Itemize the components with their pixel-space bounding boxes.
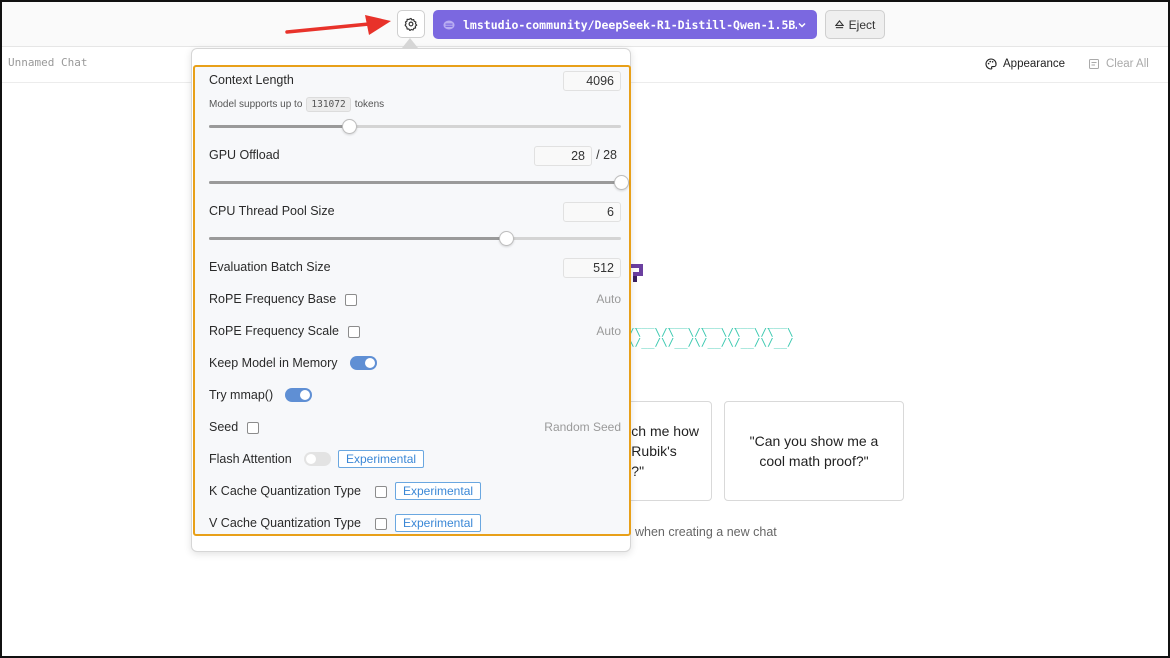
v-cache-setting: V Cache Quantization Type Experimental (209, 514, 621, 536)
context-length-label: Context Length (209, 73, 294, 87)
experimental-badge: Experimental (338, 450, 425, 468)
logo-glyph (629, 264, 643, 282)
eject-icon (834, 20, 844, 29)
k-cache-setting: K Cache Quantization Type Experimental (209, 482, 621, 504)
seed-setting: Seed Random Seed (209, 420, 621, 440)
suggestion-text: "Can you show me a cool math proof?" (749, 433, 879, 469)
gpu-offload-input[interactable]: 28 (534, 146, 592, 166)
ascii-banner: ___ ___ ___ ___ ___ /\ \/\ \/\ \/\ \/\ \… (628, 316, 794, 349)
k-cache-checkbox[interactable] (375, 486, 387, 498)
context-length-note: Model supports up to 131072 tokens (209, 97, 385, 112)
gpu-offload-max: / 28 (596, 148, 617, 162)
slider-fill (209, 181, 621, 184)
appearance-label: Appearance (1003, 58, 1066, 70)
palette-icon (985, 58, 997, 70)
model-settings-popover: Context Length 4096 Model supports up to… (191, 48, 631, 552)
new-chat-hint: when creating a new chat (635, 525, 777, 539)
gpu-offload-slider[interactable] (209, 175, 629, 190)
eject-label: Eject (848, 17, 876, 32)
slider-fill (209, 237, 506, 240)
eval-batch-setting: Evaluation Batch Size 512 (209, 258, 621, 280)
v-cache-checkbox[interactable] (375, 518, 387, 530)
clear-all-label: Clear All (1106, 58, 1149, 70)
flash-attention-setting: Flash Attention Experimental (209, 450, 621, 472)
slider-thumb[interactable] (614, 175, 629, 190)
rope-base-label: RoPE Frequency Base (209, 292, 337, 306)
slider-thumb[interactable] (498, 231, 514, 246)
eject-button[interactable]: Eject (825, 10, 885, 39)
max-tokens-badge: 131072 (306, 97, 351, 112)
experimental-badge: Experimental (395, 482, 482, 500)
context-length-slider[interactable] (209, 119, 621, 134)
suggestion-card-math-proof[interactable]: "Can you show me a cool math proof?" (724, 401, 904, 501)
mmap-toggle[interactable] (285, 388, 312, 402)
cpu-thread-pool-setting: CPU Thread Pool Size 6 (209, 202, 621, 246)
model-settings-button[interactable] (397, 10, 425, 38)
clear-icon (1089, 59, 1099, 69)
model-icon (443, 20, 455, 29)
slider-fill (209, 125, 350, 128)
cpu-thread-pool-input[interactable]: 6 (563, 202, 621, 222)
rope-base-value: Auto (596, 292, 621, 306)
chevron-down-icon (798, 22, 806, 28)
highlight-box: Context Length 4096 Model supports up to… (193, 65, 631, 536)
k-cache-label: K Cache Quantization Type (209, 484, 361, 498)
suggestion-text: ch me how Rubik's ?" (631, 423, 699, 479)
v-cache-label: V Cache Quantization Type (209, 516, 361, 530)
context-length-input[interactable]: 4096 (563, 71, 621, 91)
keep-in-memory-label: Keep Model in Memory (209, 356, 338, 370)
context-length-setting: Context Length 4096 Model supports up to… (209, 71, 621, 134)
seed-value: Random Seed (544, 420, 621, 434)
gpu-offload-setting: GPU Offload 28 / 28 (209, 146, 629, 190)
rope-scale-checkbox[interactable] (348, 326, 360, 338)
red-arrow-annotation (285, 15, 391, 35)
experimental-badge: Experimental (395, 514, 482, 532)
eval-batch-input[interactable]: 512 (563, 258, 621, 278)
rope-base-setting: RoPE Frequency Base Auto (209, 292, 621, 312)
popover-caret (402, 38, 418, 48)
rope-scale-value: Auto (596, 324, 621, 338)
flash-attention-label: Flash Attention (209, 452, 292, 466)
eval-batch-label: Evaluation Batch Size (209, 260, 331, 274)
model-selector-button[interactable]: lmstudio-community/DeepSeek-R1-Distill-Q… (433, 10, 817, 39)
chat-title[interactable]: Unnamed Chat (8, 56, 87, 69)
gear-icon (404, 17, 418, 31)
rope-scale-setting: RoPE Frequency Scale Auto (209, 324, 621, 344)
gpu-offload-label: GPU Offload (209, 148, 280, 162)
rope-base-checkbox[interactable] (345, 294, 357, 306)
mmap-setting: Try mmap() (209, 388, 621, 408)
keep-in-memory-toggle[interactable] (350, 356, 377, 370)
slider-thumb[interactable] (342, 119, 358, 134)
appearance-button[interactable]: Appearance (985, 58, 1065, 70)
flash-attention-toggle[interactable] (304, 452, 331, 466)
top-bar: lmstudio-community/DeepSeek-R1-Distill-Q… (0, 0, 1170, 47)
rope-scale-label: RoPE Frequency Scale (209, 324, 339, 338)
keep-in-memory-setting: Keep Model in Memory (209, 356, 621, 376)
seed-checkbox[interactable] (247, 422, 259, 434)
mmap-label: Try mmap() (209, 388, 274, 402)
clear-all-button[interactable]: Clear All (1088, 58, 1149, 70)
cpu-thread-pool-slider[interactable] (209, 231, 621, 246)
model-name-label: lmstudio-community/DeepSeek-R1-Distill-Q… (463, 17, 797, 32)
seed-label: Seed (209, 420, 239, 434)
cpu-thread-pool-label: CPU Thread Pool Size (209, 204, 335, 218)
